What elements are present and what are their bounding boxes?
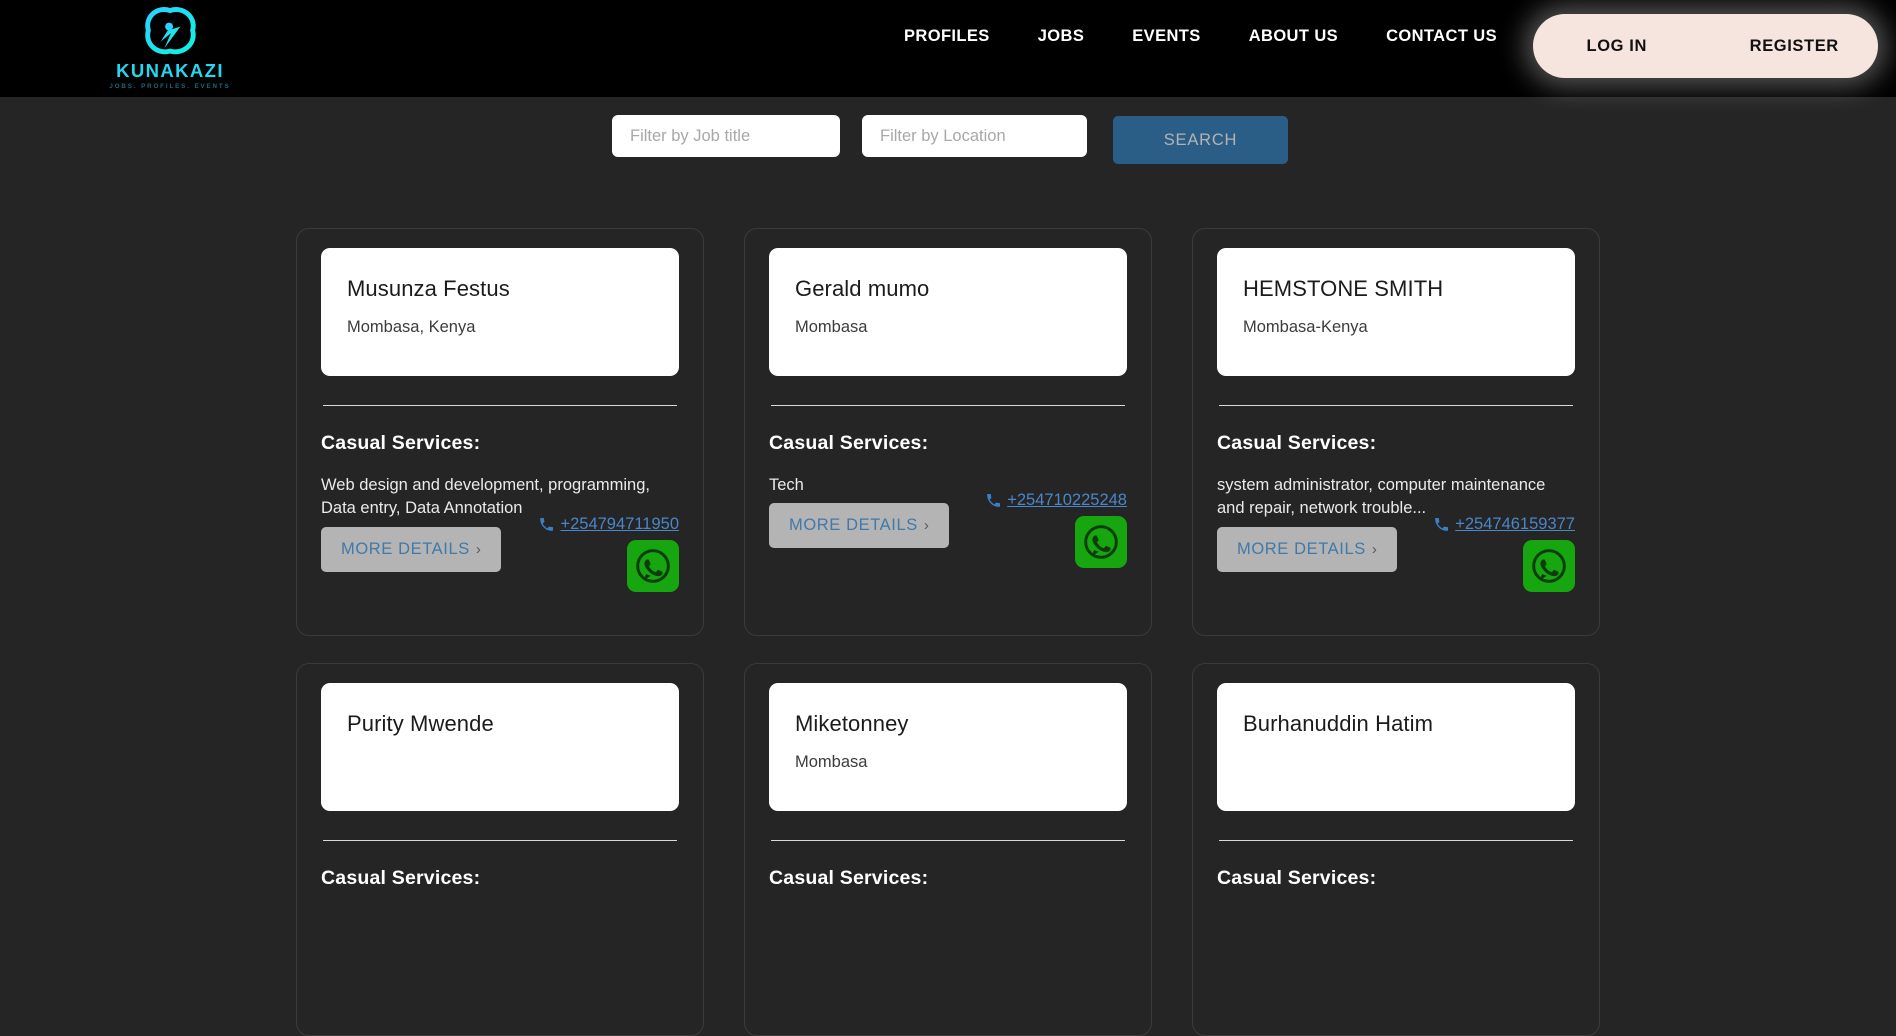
profile-name: HEMSTONE SMITH <box>1243 276 1444 301</box>
casual-services-label: Casual Services: <box>769 866 929 889</box>
card-divider <box>771 839 1125 841</box>
whatsapp-button[interactable] <box>627 539 679 592</box>
logo-tagline: JOBS. PROFILES. EVENTS <box>109 83 231 90</box>
location-filter-input[interactable] <box>862 115 1087 157</box>
profile-card-header: Purity Mwende <box>321 682 679 811</box>
casual-services-label: Casual Services: <box>769 432 929 454</box>
log-in-button[interactable]: LOG IN <box>1533 37 1711 56</box>
more-details-label: MORE DETAILS <box>341 539 470 558</box>
profile-card-header: Miketonney Mombasa <box>769 682 1127 811</box>
kunakazi-atom-logo-icon <box>145 7 196 55</box>
search-filter-bar <box>0 97 1896 212</box>
phone-link[interactable]: +254710225248 <box>985 491 1127 510</box>
profile-card-grid: Musunza Festus Mombasa, Kenya Casual Ser… <box>0 228 1896 1036</box>
main-navigation: PROFILES JOBS EVENTS ABOUT US CONTACT US <box>880 27 1521 46</box>
auth-button-group: LOG IN REGISTER <box>1533 14 1878 78</box>
casual-services-label: Casual Services: <box>321 866 481 889</box>
phone-link[interactable]: +254794711950 <box>538 515 679 534</box>
chevron-right-icon: › <box>923 517 930 535</box>
phone-link[interactable]: +254746159377 <box>1433 515 1575 534</box>
profile-card-2[interactable]: HEMSTONE SMITH Mombasa-Kenya Casual Serv… <box>1192 228 1600 636</box>
search-button[interactable]: SEARCH <box>1113 116 1288 164</box>
card-divider <box>323 405 677 406</box>
phone-icon <box>1435 517 1449 531</box>
profile-name: Burhanuddin Hatim <box>1243 710 1434 736</box>
profile-card-header: Burhanuddin Hatim <box>1217 682 1575 811</box>
nav-item-profiles[interactable]: PROFILES <box>880 27 1014 46</box>
whatsapp-icon <box>636 549 670 583</box>
nav-item-jobs[interactable]: JOBS <box>1014 27 1109 46</box>
profile-name: Miketonney <box>795 710 909 736</box>
casual-services-label: Casual Services: <box>1217 432 1377 454</box>
casual-services-text: system administrator, computer maintenan… <box>1217 476 1546 518</box>
site-logo[interactable]: KUNAKAZI JOBS. PROFILES. EVENTS <box>104 4 236 90</box>
chevron-right-icon: › <box>475 540 482 558</box>
more-details-button[interactable]: MORE DETAILS › <box>769 503 950 549</box>
profile-card-1[interactable]: Gerald mumo Mombasa Casual Services: Tec… <box>744 228 1152 636</box>
more-details-label: MORE DETAILS <box>789 516 918 535</box>
profile-location: Mombasa, Kenya <box>347 318 476 337</box>
profile-name: Musunza Festus <box>347 276 510 301</box>
whatsapp-icon <box>1532 549 1566 583</box>
profile-card-3[interactable]: Purity Mwende Casual Services: MORE DETA… <box>296 662 704 1036</box>
chevron-right-icon: › <box>1371 540 1378 558</box>
casual-services-text: Web design and development, programming,… <box>321 476 650 518</box>
card-actions: MORE DETAILS › +254794711950 <box>321 515 679 613</box>
nav-item-about-us[interactable]: ABOUT US <box>1225 27 1362 46</box>
contact-block: +254710225248 <box>985 491 1127 569</box>
card-actions: MORE DETAILS › +254746159377 <box>1217 515 1575 613</box>
card-divider <box>1219 839 1573 841</box>
more-details-label: MORE DETAILS <box>1237 539 1366 558</box>
register-button[interactable]: REGISTER <box>1711 37 1879 56</box>
casual-services-label: Casual Services: <box>1217 866 1377 889</box>
card-actions: MORE DETAILS › +254710225248 <box>769 491 1127 589</box>
nav-item-contact-us[interactable]: CONTACT US <box>1362 27 1521 46</box>
card-divider <box>771 405 1125 406</box>
profile-location: Mombasa <box>795 753 868 772</box>
profile-card-5[interactable]: Burhanuddin Hatim Casual Services: MORE … <box>1192 662 1600 1036</box>
phone-number: +254794711950 <box>560 514 679 533</box>
profile-card-header: HEMSTONE SMITH Mombasa-Kenya <box>1217 248 1575 376</box>
profile-card-4[interactable]: Miketonney Mombasa Casual Services: MORE… <box>744 662 1152 1036</box>
phone-number: +254710225248 <box>1007 491 1127 510</box>
site-header: KUNAKAZI JOBS. PROFILES. EVENTS PROFILES… <box>0 0 1896 97</box>
profile-location: Mombasa <box>795 318 868 337</box>
whatsapp-icon <box>1084 525 1118 560</box>
phone-icon <box>987 494 1001 508</box>
phone-number: +254746159377 <box>1455 514 1575 533</box>
card-divider <box>1219 405 1573 406</box>
contact-block: +254794711950 <box>538 515 679 592</box>
card-divider <box>323 839 677 841</box>
casual-services-label: Casual Services: <box>321 432 481 454</box>
profile-name: Purity Mwende <box>347 710 494 736</box>
more-details-button[interactable]: MORE DETAILS › <box>321 526 502 572</box>
job-title-filter-input[interactable] <box>612 115 840 157</box>
profile-card-header: Gerald mumo Mombasa <box>769 248 1127 376</box>
profile-location: Mombasa-Kenya <box>1243 318 1368 337</box>
phone-icon <box>540 517 554 531</box>
profile-name: Gerald mumo <box>795 276 930 301</box>
contact-block: +254746159377 <box>1433 515 1575 592</box>
more-details-button[interactable]: MORE DETAILS › <box>1217 526 1398 572</box>
profile-card-0[interactable]: Musunza Festus Mombasa, Kenya Casual Ser… <box>296 228 704 636</box>
logo-wordmark: KUNAKAZI <box>116 59 224 81</box>
whatsapp-button[interactable] <box>1523 539 1575 592</box>
profile-card-header: Musunza Festus Mombasa, Kenya <box>321 248 679 376</box>
nav-item-events[interactable]: EVENTS <box>1108 27 1224 46</box>
whatsapp-button[interactable] <box>1075 516 1127 569</box>
